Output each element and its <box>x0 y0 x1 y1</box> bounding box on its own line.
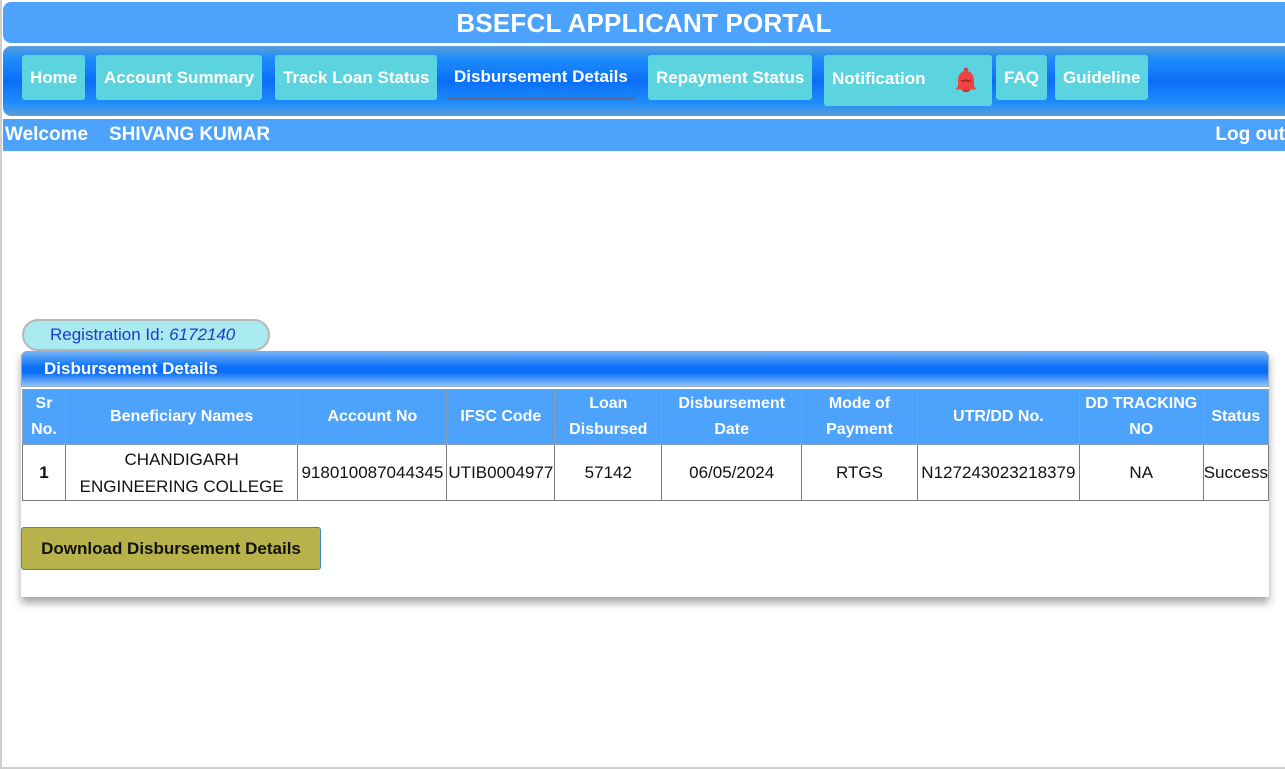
col-beneficiary-names: Beneficiary Names <box>64 389 299 445</box>
cell-sr-no: 1 <box>22 444 66 501</box>
registration-id-label: Registration Id: <box>50 325 165 344</box>
col-disbursement-date: Disbursement Date <box>661 389 803 445</box>
col-dd-tracking-no: DD TRACKING NO <box>1078 389 1204 445</box>
nav-disbursement-details[interactable]: Disbursement Details <box>446 55 636 100</box>
cell-utr: N127243023218379 <box>916 444 1080 501</box>
nav-repayment-status[interactable]: Repayment Status <box>648 55 813 100</box>
nav-account-summary[interactable]: Account Summary <box>96 55 263 100</box>
cell-status: Success <box>1202 444 1270 501</box>
col-status: Status <box>1202 389 1270 445</box>
table-row: 1 CHANDIGARH ENGINEERING COLLEGE 9180100… <box>22 444 1270 501</box>
nav-notification[interactable]: Notification <box>824 55 992 106</box>
table-header-row: Sr No. Beneficiary Names Account No IFSC… <box>22 389 1270 445</box>
col-account-no: Account No <box>297 389 448 445</box>
cell-date: 06/05/2024 <box>661 444 803 501</box>
cell-account-no: 918010087044345 <box>297 444 448 501</box>
cell-loan-disbursed: 57142 <box>554 444 663 501</box>
col-ifsc-code: IFSC Code <box>446 389 556 445</box>
cell-mode: RTGS <box>801 444 918 501</box>
disbursement-card: Disbursement Details Sr No. Beneficiary … <box>21 351 1270 597</box>
nav-track-loan-status[interactable]: Track Loan Status <box>275 55 438 100</box>
main-nav: Home Account Summary Track Loan Status D… <box>3 46 1285 116</box>
user-name: SHIVANG KUMAR <box>109 124 271 145</box>
disbursement-heading: Disbursement Details <box>21 351 1269 387</box>
bell-icon <box>955 67 977 93</box>
cell-beneficiary: CHANDIGARH ENGINEERING COLLEGE <box>64 444 299 501</box>
registration-id-value: 6172140 <box>169 325 236 344</box>
download-disbursement-button[interactable]: Download Disbursement Details <box>21 527 321 570</box>
portal-title: BSEFCL APPLICANT PORTAL <box>3 2 1285 43</box>
welcome-label: Welcome <box>5 124 89 145</box>
cell-ifsc: UTIB0004977 <box>446 444 556 501</box>
col-mode-of-payment: Mode of Payment <box>801 389 918 445</box>
col-utr-dd-no: UTR/DD No. <box>916 389 1080 445</box>
logout-link[interactable]: Log out <box>1215 119 1285 151</box>
registration-id: Registration Id: 6172140 <box>22 319 270 351</box>
col-loan-disbursed: Loan Disbursed <box>554 389 663 445</box>
col-sr-no: Sr No. <box>22 389 66 445</box>
nav-home[interactable]: Home <box>22 55 86 100</box>
nav-notification-label: Notification <box>832 69 926 88</box>
cell-dd-tracking: NA <box>1078 444 1204 501</box>
disbursement-table: Sr No. Beneficiary Names Account No IFSC… <box>22 389 1270 501</box>
nav-faq[interactable]: FAQ <box>996 55 1047 100</box>
welcome-bar: Welcome SHIVANG KUMAR Log out <box>3 119 1285 151</box>
nav-guideline[interactable]: Guideline <box>1055 55 1149 100</box>
